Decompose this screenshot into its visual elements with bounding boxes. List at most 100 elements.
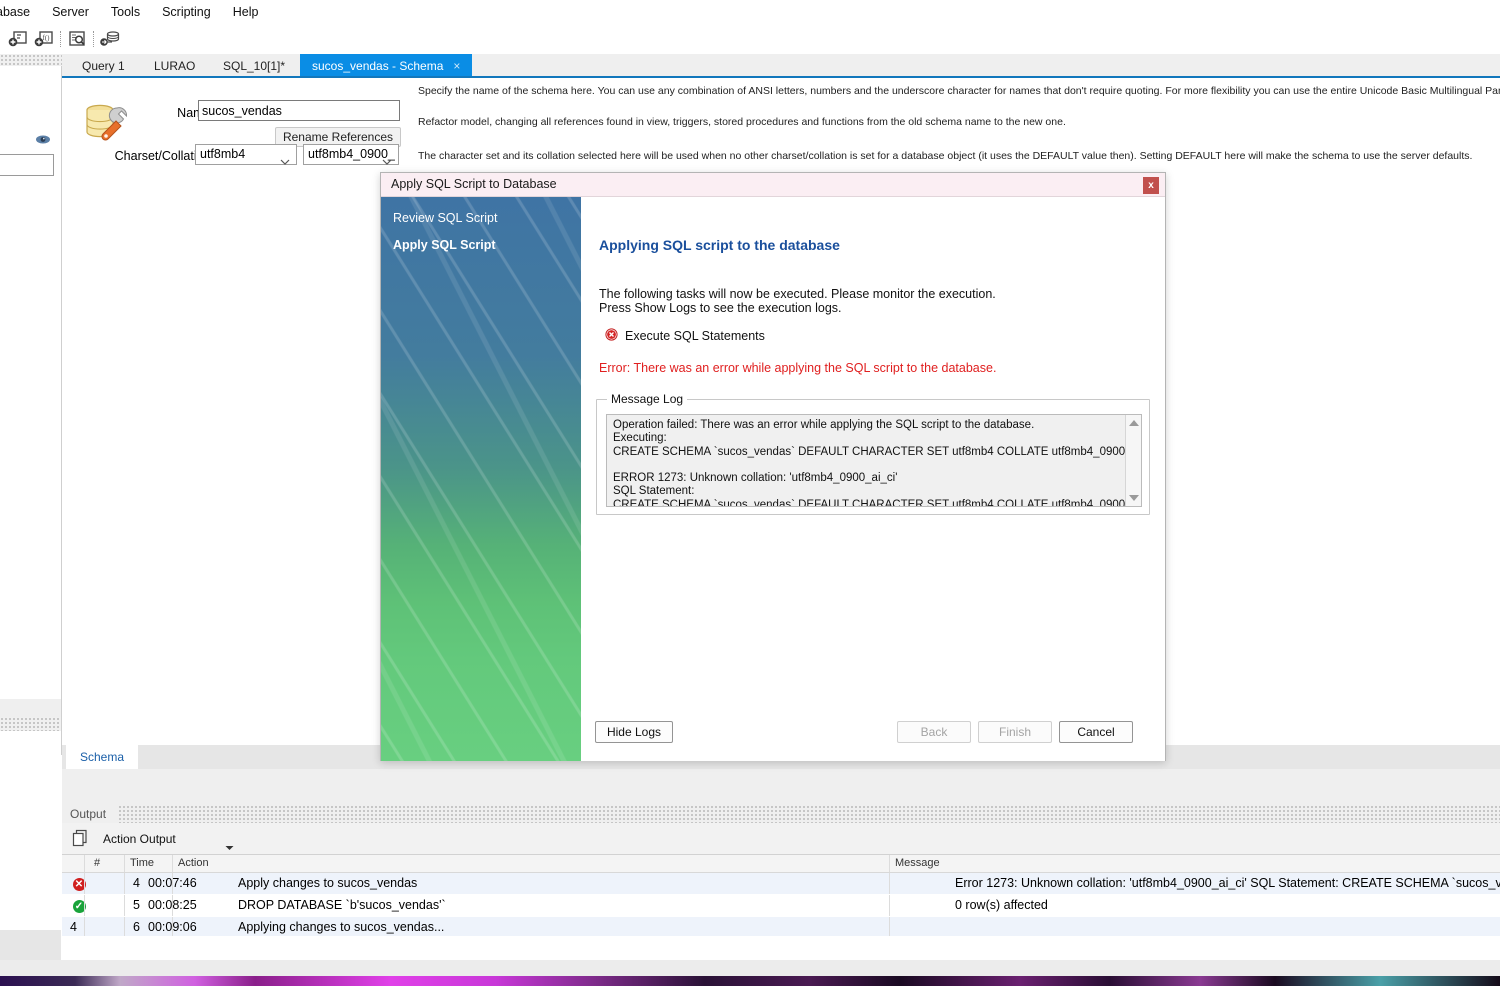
dock-bottom-filler [0,930,61,960]
dialog-content: Applying SQL script to the database The … [581,197,1165,761]
output-type-value: Action Output [103,832,176,846]
message-log-text: Operation failed: There was an error whi… [613,419,1141,507]
dialog-footer: Hide Logs Back Finish Cancel [581,705,1165,761]
row-message: 0 row(s) affected [955,898,1048,912]
menu-item-help[interactable]: Help [222,0,270,24]
tab-lurao[interactable]: LURAO [142,54,207,78]
status-success-icon: ✓ [68,898,90,913]
message-log-box[interactable]: Operation failed: There was an error whi… [606,414,1142,507]
row-message: Error 1273: Unknown collation: 'utf8mb4_… [955,876,1500,890]
step-review-sql-script[interactable]: Review SQL Script [393,211,497,225]
toolbar-separator-2 [93,31,94,47]
menu-item-tools[interactable]: Tools [100,0,151,24]
dialog-intro-line-2: Press Show Logs to see the execution log… [599,301,842,315]
message-log-fieldset: Message Log Operation failed: There was … [596,392,1150,515]
help-text-charset: The character set and its collation sele… [418,150,1473,162]
collation-select[interactable]: utf8mb4_0900_ [303,144,399,165]
hide-logs-button[interactable]: Hide Logs [595,721,673,743]
error-icon [605,328,618,344]
dialog-step-sidebar: Review SQL Script Apply SQL Script [381,197,581,761]
close-icon[interactable]: × [453,59,460,73]
toolbar: f() [0,24,1500,54]
row-action: Applying changes to sucos_vendas... [238,920,445,934]
desktop-wallpaper-edge [0,976,1500,986]
dialog-title-bar: Apply SQL Script to Database x [381,173,1165,197]
tab-sucos-vendas-schema[interactable]: sucos_vendas - Schema × [300,54,473,78]
menu-item-database[interactable]: abase [0,0,41,24]
column-header-action: Action [178,857,209,869]
scroll-down-icon[interactable] [1129,495,1139,501]
help-text-rename: Refactor model, changing all references … [418,116,1066,128]
output-drag-grip[interactable] [118,805,1500,823]
apply-sql-script-dialog: Apply SQL Script to Database x Review SQ… [380,172,1166,761]
copy-icon[interactable] [72,829,90,848]
table-header-row: # Time Action Message [62,855,1500,873]
chevron-down-icon [382,152,392,171]
row-number: 6 [133,920,140,934]
sync-model-icon[interactable] [97,27,123,51]
scroll-up-icon[interactable] [1129,420,1139,426]
output-title: Output [70,807,107,821]
eye-icon[interactable] [35,133,51,147]
desktop-strip [0,960,1500,976]
schema-name-input[interactable] [198,100,400,121]
table-row[interactable]: ✓ 5 00:08:25 DROP DATABASE `b'sucos_vend… [62,895,1500,917]
charset-select[interactable]: utf8mb4 [195,144,297,165]
column-header-message: Message [895,857,940,869]
row-time: 00:07:46 [148,876,218,890]
charset-value: utf8mb4 [200,147,246,161]
row-number: 4 [133,876,140,890]
toolbar-separator-1 [60,31,61,47]
output-bottom-filler [62,936,1500,960]
new-schema-icon[interactable] [5,27,31,51]
app-window: abase Server Tools Scripting Help f() [0,0,1500,986]
back-button: Back [897,721,971,743]
chevron-down-icon [225,837,234,857]
tab-schema[interactable]: Schema [66,745,139,769]
step-apply-sql-script[interactable]: Apply SQL Script [393,238,496,252]
row-number: 5 [133,898,140,912]
dock-strip-upper [0,699,61,717]
dialog-error-text: Error: There was an error while applying… [599,361,997,375]
row-action: Apply changes to sucos_vendas [238,876,418,890]
panel-gap [62,769,1500,805]
task-label: Execute SQL Statements [625,329,765,343]
left-dock-panel [0,54,62,755]
column-header-time: Time [130,857,155,869]
output-type-select[interactable]: Action Output [96,828,241,850]
status-pending-icon: 4 [70,920,77,934]
column-header-num: # [94,857,101,869]
menu-item-server[interactable]: Server [41,0,100,24]
output-toolbar: Action Output [62,823,1500,855]
dock-grip-handle[interactable] [0,54,62,66]
dialog-title: Apply SQL Script to Database [391,177,557,191]
inspect-icon[interactable] [64,27,90,51]
svg-text:f(): f() [43,34,51,42]
menu-bar: abase Server Tools Scripting Help [0,0,1500,24]
cancel-button[interactable]: Cancel [1059,721,1133,743]
menu-item-scripting[interactable]: Scripting [151,0,222,24]
output-panel-header: Output [62,805,1500,823]
row-time: 00:08:25 [148,898,218,912]
row-time: 00:09:06 [148,920,218,934]
finish-button: Finish [978,721,1052,743]
dock-search-input[interactable] [0,154,54,176]
tab-query-1[interactable]: Query 1 [70,54,137,78]
message-log-legend: Message Log [607,392,688,406]
close-icon[interactable]: x [1143,177,1159,194]
schema-settings-icon [80,99,134,149]
dock-strip-grip[interactable] [0,717,61,731]
new-function-icon[interactable]: f() [31,27,57,51]
tab-label: sucos_vendas - Schema [312,59,444,73]
table-row[interactable]: ✕ 4 00:07:46 Apply changes to sucos_vend… [62,873,1500,895]
dialog-intro-line-1: The following tasks will now be executed… [599,287,996,301]
message-log-scrollbar[interactable] [1125,415,1141,506]
editor-tab-strip: Query 1 LURAO SQL_10[1]* sucos_vendas - … [62,54,1500,78]
tab-sql-10[interactable]: SQL_10[1]* [211,54,297,78]
help-text-name: Specify the name of the schema here. You… [418,85,1500,97]
row-action: DROP DATABASE `b'sucos_vendas'` [238,898,446,912]
status-error-icon: ✕ [68,876,90,891]
chevron-down-icon [280,152,290,171]
task-execute-sql-statements: Execute SQL Statements [605,328,765,344]
dialog-heading: Applying SQL script to the database [599,237,840,253]
